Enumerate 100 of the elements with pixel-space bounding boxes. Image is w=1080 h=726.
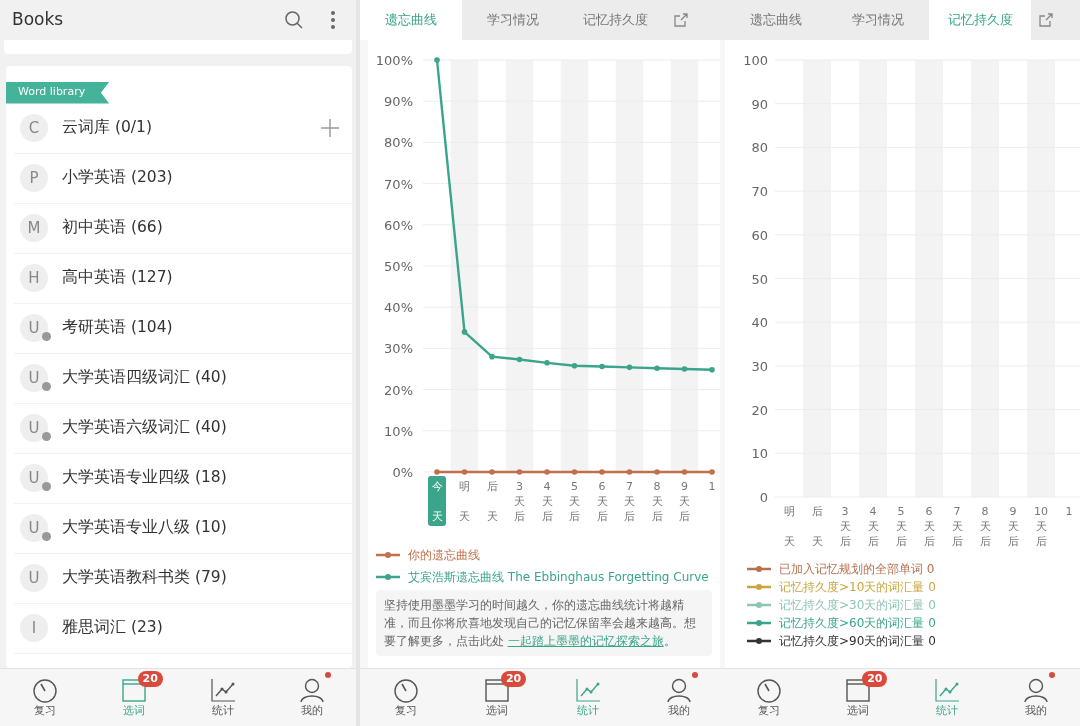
axis-tick-label: 100% (375, 53, 413, 68)
legend-line-icon (376, 573, 400, 581)
person-icon (1022, 676, 1049, 703)
tab[interactable]: 记忆持久度 (564, 0, 666, 40)
letter-avatar: U (20, 414, 48, 442)
plus-icon[interactable] (320, 118, 340, 138)
axis-tick-label: 10% (384, 423, 413, 439)
axis-label: 6天后 (923, 505, 935, 548)
letter-avatar: U (20, 364, 48, 392)
tab[interactable]: 学习情况 (827, 0, 929, 40)
axis-tick-label: 0 (759, 490, 768, 505)
axis-tick-label: 40% (384, 300, 413, 316)
axis-tick-label: 70% (384, 176, 413, 192)
nav-tab[interactable]: 我的 (991, 669, 1080, 726)
person-icon (298, 676, 325, 703)
legend-line-icon (376, 551, 400, 559)
chart-icon (209, 676, 236, 703)
axis-label: 4天后 (541, 480, 553, 523)
axis-tick-label: 80% (384, 135, 413, 151)
share-icon[interactable] (673, 12, 689, 28)
axis-label: 7天后 (951, 505, 963, 548)
axis-label: 10天后 (1034, 505, 1048, 548)
nav-tab[interactable]: 选词 20 (451, 669, 543, 726)
letter-avatar: U (20, 514, 48, 542)
stopwatch-icon (756, 676, 783, 703)
stopwatch-icon (392, 676, 419, 703)
legend-label: 记忆持久度>30天的词汇量 0 (779, 597, 936, 614)
nav-tab[interactable]: 复习 (0, 669, 89, 726)
book-title[interactable]: 大学英语专业八级 (10) (62, 516, 340, 540)
nav-tab[interactable]: 选词 20 (813, 669, 903, 726)
info-paragraph: 坚持使用墨墨学习的时间越久，你的遗忘曲线统计将越精准，而且你将欣喜地发现自己的记忆保留率会越来越高。想要了解更多，点击此处 一起踏上墨墨的记忆探索之旅。 (376, 590, 712, 656)
axis-tick-label: 60% (384, 217, 413, 233)
axis-label: 后天 (486, 480, 498, 523)
legend-label: 艾宾浩斯遗忘曲线 The Ebbinghaus Forgetting Curve (408, 569, 709, 586)
count-badge: 20 (500, 671, 527, 687)
letter-avatar: P (20, 164, 48, 192)
nav-tab[interactable]: 选词 20 (89, 669, 178, 726)
nav-tab[interactable]: 复习 (725, 669, 814, 726)
book-title[interactable]: 初中英语 (66) (62, 216, 340, 240)
axis-label: 5天后 (895, 505, 907, 548)
letter-avatar: C (20, 114, 48, 142)
book-title[interactable]: 高中英语 (127) (62, 266, 340, 290)
letter-avatar: H (20, 264, 48, 292)
axis-label: 明天 (783, 505, 795, 548)
legend-label: 记忆持久度>60天的词汇量 0 (779, 615, 936, 632)
nav-tab[interactable]: 我的 (267, 669, 356, 726)
letter-avatar: U (20, 564, 48, 592)
legend-label: 已加入记忆规划的全部单词 0 (779, 561, 935, 578)
nav-tab[interactable]: 统计 (178, 669, 267, 726)
stopwatch-icon (31, 676, 58, 703)
axis-tick-label: 60 (751, 227, 768, 243)
more-icon[interactable] (330, 10, 336, 30)
axis-tick-label: 30 (751, 358, 768, 374)
axis-label: 9天后 (1007, 505, 1019, 548)
axis-tick-label: 50% (384, 259, 413, 274)
book-title[interactable]: 小学英语 (203) (62, 166, 340, 190)
axis-label: 5天后 (569, 480, 580, 523)
axis-label: 7天后 (624, 480, 635, 523)
book-title[interactable]: 大学英语四级词汇 (40) (62, 366, 340, 390)
letter-avatar: I (20, 614, 48, 642)
axis-tick-label: 70 (751, 184, 768, 200)
book-title[interactable]: 雅思词汇 (23) (62, 616, 340, 640)
book-title[interactable]: 大学英语六级词汇 (40) (62, 416, 340, 440)
count-badge: 20 (137, 671, 163, 687)
person-icon (666, 676, 693, 703)
axis-tick-label: 50 (751, 271, 768, 287)
letter-avatar: M (20, 214, 48, 242)
axis-tick-label: 10 (751, 446, 768, 462)
axis-label: 1 (1065, 505, 1073, 518)
axis-label: 3天后 (514, 480, 525, 523)
tab[interactable]: 学习情况 (462, 0, 564, 40)
legend-label: 记忆持久度>90天的词汇量 0 (779, 633, 936, 650)
axis-label: 1 (708, 480, 716, 493)
share-icon[interactable] (1038, 12, 1054, 28)
book-title[interactable]: 考研英语 (104) (62, 316, 340, 340)
axis-tick-label: 100 (743, 53, 768, 68)
book-title[interactable]: 大学英语专业四级 (18) (62, 466, 340, 490)
axis-label: 4天后 (867, 505, 879, 548)
axis-tick-label: 20% (384, 382, 413, 398)
axis-label: 8天后 (979, 505, 991, 548)
axis-tick-label: 90 (751, 96, 768, 112)
book-title[interactable]: 云词库 (0/1) (62, 116, 320, 140)
axis-label: 后天 (811, 505, 823, 548)
nav-tab[interactable]: 复习 (360, 669, 452, 726)
nav-tab[interactable]: 我的 (633, 669, 725, 726)
axis-tick-label: 40 (751, 315, 768, 331)
chart-icon (933, 676, 960, 703)
axis-label: 明天 (459, 480, 470, 523)
axis-label: 8天后 (651, 480, 663, 523)
book-title[interactable]: 大学英语教科书类 (79) (62, 566, 340, 590)
search-icon[interactable] (284, 10, 304, 30)
tab[interactable]: 遗忘曲线 (725, 0, 827, 40)
axis-tick-label: 20 (751, 402, 768, 418)
legend-label: 你的遗忘曲线 (408, 547, 480, 564)
letter-avatar: U (20, 314, 48, 342)
axis-tick-label: 80 (751, 140, 768, 156)
today-label: 今天 (428, 476, 446, 526)
axis-tick-label: 30% (384, 341, 413, 357)
letter-avatar: U (20, 464, 48, 492)
count-badge: 20 (862, 671, 888, 687)
